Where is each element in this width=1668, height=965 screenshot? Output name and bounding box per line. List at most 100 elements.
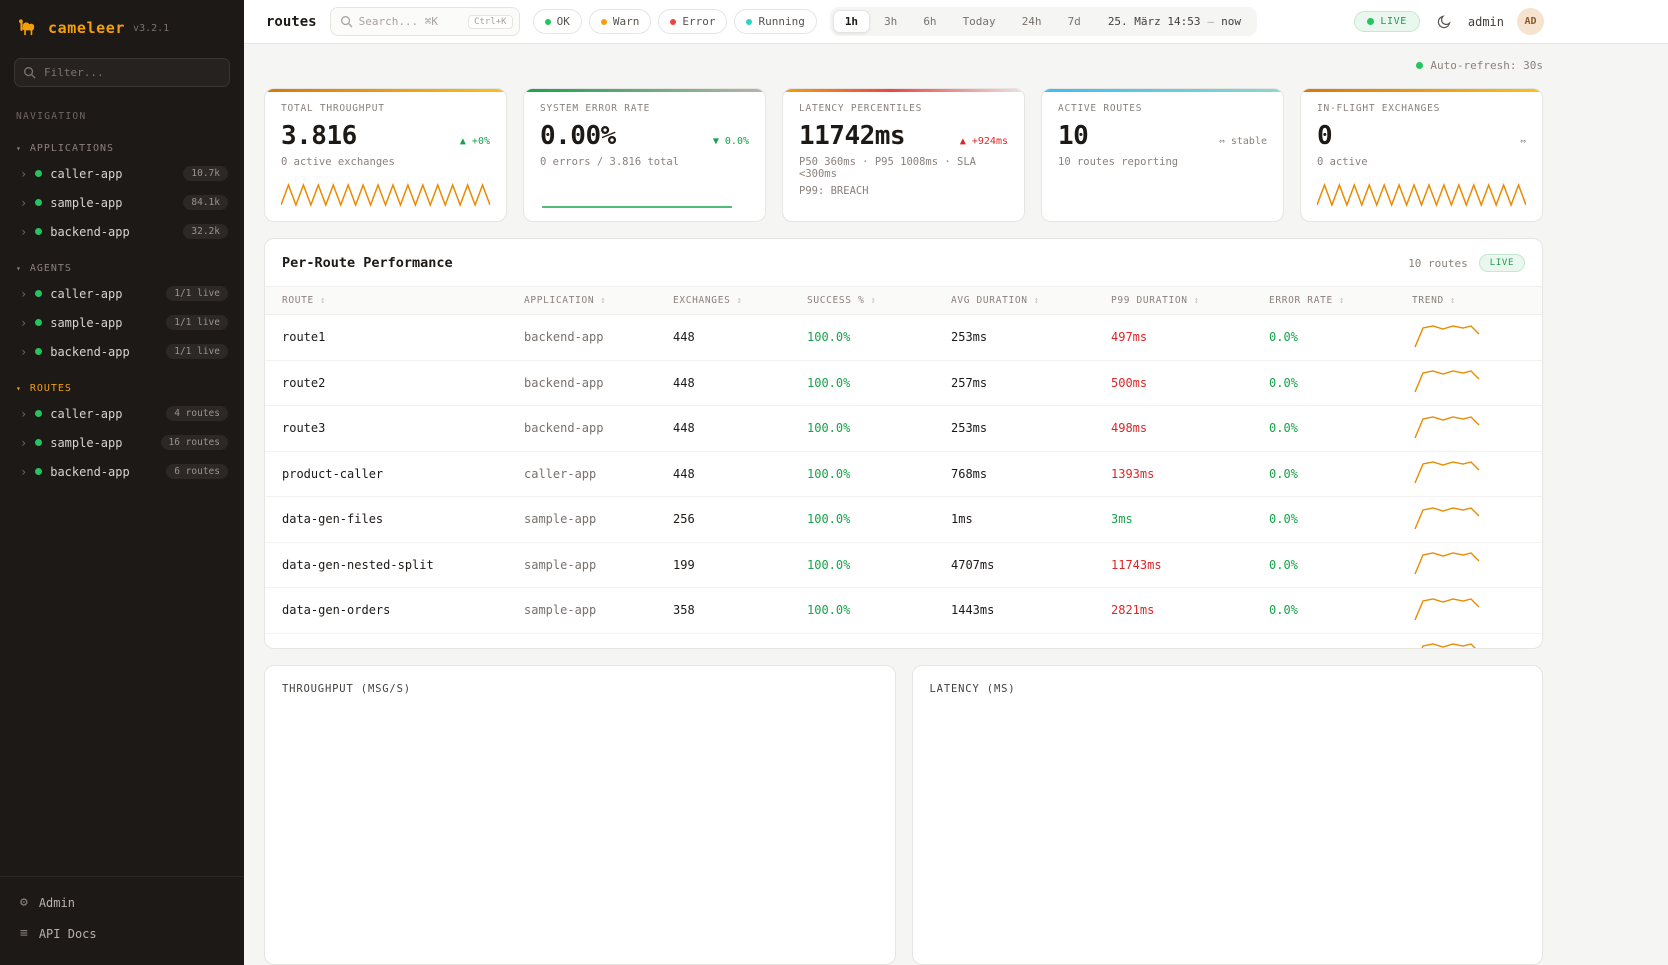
filter-input[interactable]: [14, 58, 230, 87]
routes-list: › caller-app 4 routes › sample-app 16 ro…: [0, 399, 244, 486]
main-column: routes Ctrl+K OK Warn: [244, 0, 1668, 965]
sidebar-item-application[interactable]: › backend-app 32.2k: [0, 217, 244, 246]
sidebar-item-admin[interactable]: ⚙ Admin: [0, 887, 244, 918]
status-filter-pill[interactable]: OK: [533, 9, 582, 34]
kpi-title: LATENCY PERCENTILES: [799, 103, 1008, 114]
table-row[interactable]: data-gen-files sample-app 256 100.0% 1ms…: [265, 497, 1542, 543]
live-label: LIVE: [1380, 16, 1406, 27]
date-range[interactable]: 25. März 14:53—now: [1095, 15, 1254, 28]
kpi-subtitle: 0 errors / 3.816 total: [540, 156, 749, 168]
sidebar-item-route[interactable]: › caller-app 4 routes: [0, 399, 244, 428]
status-filter-label: Error: [682, 15, 715, 28]
avg-duration-cell: 1443ms: [951, 603, 1111, 617]
camel-logo-icon: [16, 18, 40, 38]
column-header[interactable]: APPLICATION ↕: [524, 295, 673, 306]
kpi-value: 3.816: [281, 121, 357, 151]
column-label: TREND: [1412, 295, 1444, 306]
date-from: 25. März 14:53: [1108, 15, 1201, 28]
kpi-breach-note: P99: BREACH: [799, 185, 1008, 197]
exchanges-cell: 448: [673, 376, 807, 390]
kpi-title: ACTIVE ROUTES: [1058, 103, 1267, 114]
avg-duration-cell: 1ms: [951, 512, 1111, 526]
status-dot: [35, 348, 42, 355]
table-row[interactable]: route1 backend-app 448 100.0% 253ms 497m…: [265, 315, 1542, 361]
sidebar-item-agent[interactable]: › sample-app 1/1 live: [0, 308, 244, 337]
sidebar-item-agent[interactable]: › backend-app 1/1 live: [0, 337, 244, 366]
user-name: admin: [1468, 15, 1504, 29]
column-header[interactable]: P99 DURATION ↕: [1111, 295, 1269, 306]
success-cell: 100.0%: [807, 512, 951, 526]
time-range-button[interactable]: Today: [951, 10, 1008, 33]
column-label: AVG DURATION: [951, 295, 1028, 306]
chevron-right-icon: ›: [20, 437, 27, 449]
search-input[interactable]: [359, 15, 462, 28]
sidebar-item-agent[interactable]: › caller-app 1/1 live: [0, 279, 244, 308]
sidebar-item-api-docs[interactable]: ≡ API Docs: [0, 918, 244, 949]
sidebar-item-route[interactable]: › sample-app 16 routes: [0, 428, 244, 457]
sort-icon: ↕: [320, 296, 326, 306]
kpi-delta: ⇔ stable: [1219, 136, 1267, 147]
status-dot: [35, 170, 42, 177]
sidebar-item-route[interactable]: › backend-app 6 routes: [0, 457, 244, 486]
error-rate-sparkline: [540, 177, 749, 211]
trend-sparkline: [1412, 412, 1482, 442]
status-dot: [35, 199, 42, 206]
table-row[interactable]: product-caller caller-app 448 100.0% 768…: [265, 452, 1542, 498]
p99-duration-cell: 497ms: [1111, 330, 1269, 344]
time-range-button[interactable]: 6h: [911, 10, 948, 33]
table-row[interactable]: data-gen-nested-split sample-app 199 100…: [265, 543, 1542, 589]
gear-icon: ⚙: [20, 895, 28, 910]
time-range-buttons: 1h 3h 6h Today 24h 7d: [833, 10, 1093, 33]
sidebar-item-application[interactable]: › caller-app 10.7k: [0, 159, 244, 188]
sidebar-filter: [14, 58, 230, 87]
column-label: EXCHANGES: [673, 295, 730, 306]
column-header[interactable]: TREND ↕: [1412, 295, 1525, 306]
application-cell: backend-app: [524, 421, 673, 435]
kpi-value: 11742ms: [799, 121, 905, 151]
time-range-button[interactable]: 7d: [1056, 10, 1093, 33]
exchanges-cell: 448: [673, 421, 807, 435]
route-cell: data-gen-files: [282, 512, 524, 526]
sidebar-item-application[interactable]: › sample-app 84.1k: [0, 188, 244, 217]
section-header-applications[interactable]: ▾ APPLICATIONS: [0, 138, 244, 159]
dark-mode-toggle[interactable]: [1433, 11, 1455, 33]
status-dot: [35, 228, 42, 235]
sort-icon: ↕: [870, 296, 876, 306]
content-area: Auto-refresh: 30s TOTAL THROUGHPUT 3.816…: [244, 44, 1668, 965]
sidebar-item-badge: 6 routes: [166, 464, 228, 479]
column-header[interactable]: ERROR RATE ↕: [1269, 295, 1412, 306]
table-row[interactable]: route3 backend-app 448 100.0% 253ms 498m…: [265, 406, 1542, 452]
status-filter-pill[interactable]: Warn: [589, 9, 652, 34]
table-row[interactable]: data-gen-orders sample-app 358 100.0% 14…: [265, 588, 1542, 634]
time-range-button[interactable]: 24h: [1010, 10, 1054, 33]
search-box[interactable]: Ctrl+K: [330, 7, 520, 36]
agents-list: › caller-app 1/1 live › sample-app 1/1 l…: [0, 279, 244, 366]
live-status-badge[interactable]: LIVE: [1354, 11, 1419, 32]
avatar[interactable]: AD: [1517, 8, 1544, 35]
time-range-button[interactable]: 1h: [833, 10, 870, 33]
success-cell: 100.0%: [807, 421, 951, 435]
app-version: v3.2.1: [133, 23, 169, 34]
collapse-caret-icon: ▾: [16, 144, 22, 153]
sidebar-item-badge: 32.2k: [183, 224, 228, 239]
charts-row: THROUGHPUT (MSG/S) LATENCY (MS): [264, 665, 1543, 965]
section-title: AGENTS: [30, 263, 72, 274]
kpi-title: TOTAL THROUGHPUT: [281, 103, 490, 114]
refresh-dot: [1416, 62, 1423, 69]
time-range-button[interactable]: 3h: [872, 10, 909, 33]
column-header[interactable]: ROUTE ↕: [282, 295, 524, 306]
section-header-routes[interactable]: ▾ ROUTES: [0, 378, 244, 399]
status-dot: [35, 410, 42, 417]
kpi-row: TOTAL THROUGHPUT 3.816 ▲ +0% 0 active ex…: [264, 88, 1543, 222]
table-row[interactable]: route2 backend-app 448 100.0% 257ms 500m…: [265, 361, 1542, 407]
column-header[interactable]: SUCCESS % ↕: [807, 295, 951, 306]
status-filter-pill[interactable]: Error: [658, 9, 727, 34]
column-header[interactable]: EXCHANGES ↕: [673, 295, 807, 306]
section-header-agents[interactable]: ▾ AGENTS: [0, 258, 244, 279]
chart-card-throughput: THROUGHPUT (MSG/S): [264, 665, 896, 965]
status-filter-pill[interactable]: Running: [734, 9, 816, 34]
status-dot: [601, 19, 607, 25]
column-header[interactable]: AVG DURATION ↕: [951, 295, 1111, 306]
avg-duration-cell: 257ms: [951, 376, 1111, 390]
table-row[interactable]: error-handling-test sample-app 239 100.0…: [265, 634, 1542, 650]
